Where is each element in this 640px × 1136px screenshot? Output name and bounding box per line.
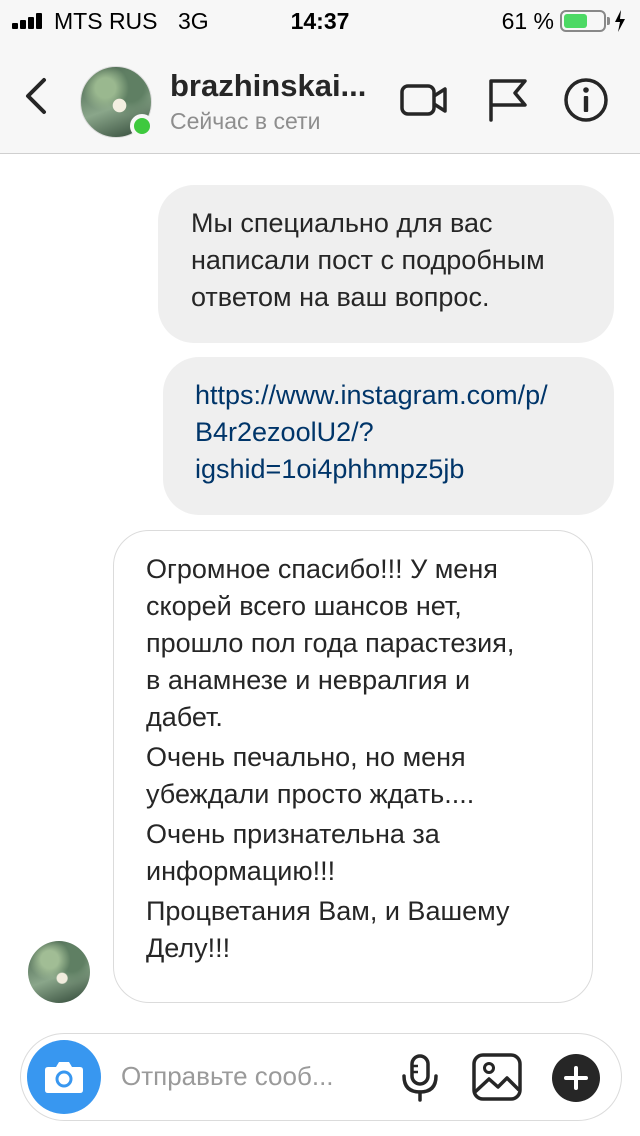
status-bar: MTS RUS 3G 14:37 61 % <box>0 0 640 42</box>
message-line: дабет. <box>146 702 223 732</box>
flag-icon[interactable] <box>482 76 534 124</box>
contact-name[interactable]: brazhinskai... <box>170 68 366 104</box>
link-line[interactable]: igshid=1oi4phhmpz5jb <box>195 451 594 488</box>
message-paragraph: Огромное спасибо!!! У меня скорей всего … <box>146 551 572 736</box>
info-icon[interactable] <box>560 76 612 124</box>
message-line: написали пост с подробным <box>191 245 545 275</box>
message-line: скорей всего шансов нет, <box>146 591 462 621</box>
battery-fill <box>564 14 588 28</box>
message-line: Очень печально, но меня <box>146 742 466 772</box>
message-input[interactable] <box>121 1056 371 1096</box>
camera-icon <box>45 1062 83 1093</box>
message-bubble-outgoing[interactable]: Мы специально для вас написали пост с по… <box>158 185 614 343</box>
battery-icon <box>560 10 606 32</box>
message-line: прошло пол года парастезия, <box>146 628 515 658</box>
battery-percent: 61 % <box>501 8 554 34</box>
link-line[interactable]: https://www.instagram.com/p/ <box>195 377 594 414</box>
video-camera-icon[interactable] <box>398 76 450 124</box>
message-line: ответом на ваш вопрос. <box>191 282 490 312</box>
dm-thread-screen: MTS RUS 3G 14:37 61 % brazhinskai... Сей… <box>0 0 640 1136</box>
message-bubble-link[interactable]: https://www.instagram.com/p/ B4r2ezoolU2… <box>163 357 614 515</box>
message-line: в анамнезе и невралгия и <box>146 665 471 695</box>
image-icon[interactable] <box>471 1052 523 1102</box>
microphone-icon[interactable] <box>399 1054 441 1102</box>
message-line: Мы специально для вас <box>191 208 493 238</box>
message-line: Огромное спасибо!!! У меня <box>146 554 498 584</box>
chevron-left-icon[interactable] <box>18 74 58 118</box>
contact-avatar[interactable] <box>80 66 154 138</box>
message-paragraph: Процветания Вам, и Вашему Делу!!! <box>146 893 572 967</box>
message-line: Делу!!! <box>146 933 231 963</box>
contact-status: Сейчас в сети <box>170 108 321 134</box>
battery-cap <box>607 17 610 25</box>
sender-avatar[interactable] <box>28 941 90 1003</box>
message-line: информацию!!! <box>146 856 336 886</box>
message-paragraph: Очень признательна за информацию!!! <box>146 816 572 890</box>
message-composer <box>20 1033 622 1121</box>
link-line[interactable]: B4r2ezoolU2/? <box>195 414 594 451</box>
message-paragraph: Очень печально, но меня убеждали просто … <box>146 739 572 813</box>
plus-icon[interactable] <box>551 1053 601 1103</box>
message-line: убеждали просто ждать.... <box>146 779 475 809</box>
charging-icon <box>615 10 625 32</box>
conversation-header: brazhinskai... Сейчас в сети <box>0 42 640 154</box>
message-line: Очень признательна за <box>146 819 440 849</box>
message-line: Процветания Вам, и Вашему <box>146 896 510 926</box>
message-bubble-incoming[interactable]: Огромное спасибо!!! У меня скорей всего … <box>113 530 593 1003</box>
camera-button[interactable] <box>27 1040 101 1114</box>
online-indicator <box>130 114 154 138</box>
